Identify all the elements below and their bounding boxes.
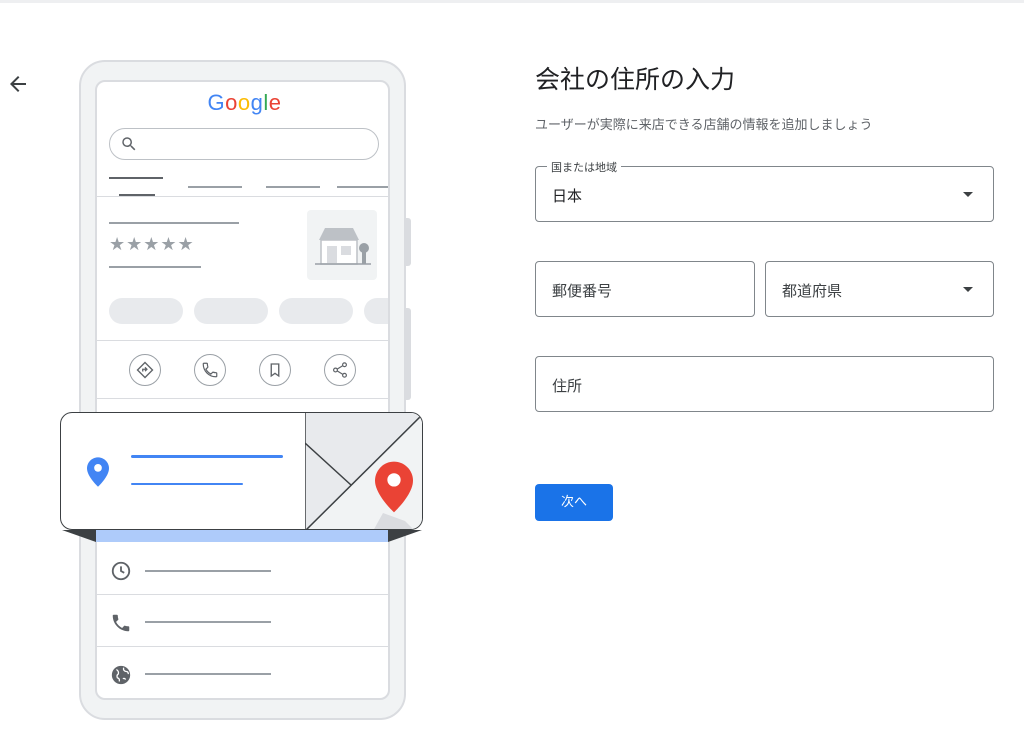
card-shadow: [388, 530, 422, 542]
share-action: [324, 354, 356, 386]
postal-code-field[interactable]: 郵便番号: [535, 261, 755, 317]
page-subtitle: ユーザーが実際に来店できる店舗の情報を追加しましょう: [535, 118, 873, 133]
address-line: [131, 455, 283, 458]
store-thumbnail: [307, 210, 377, 280]
next-button[interactable]: 次へ: [535, 484, 613, 521]
phone-icon: [202, 362, 218, 378]
dropdown-caret-icon: [963, 192, 973, 197]
address-placeholder: 住所: [552, 377, 583, 395]
phone-side-button: [405, 218, 411, 266]
highlight-band: [96, 530, 388, 542]
dropdown-caret-icon: [963, 287, 973, 292]
clock-icon: [111, 561, 131, 581]
phone-chip: [109, 298, 183, 324]
phone-divider: [97, 398, 388, 399]
prefecture-select[interactable]: 都道府県: [765, 261, 994, 317]
phone-chip: [194, 298, 268, 324]
phone-number-line: [145, 621, 271, 623]
directions-action: [129, 354, 161, 386]
phone-divider: [97, 340, 388, 341]
phone-chip: [279, 298, 353, 324]
website-line: [145, 673, 271, 675]
phone-tab-active: [109, 177, 163, 179]
location-pin-icon: [87, 457, 109, 487]
map-pin-icon: [375, 461, 413, 513]
store-icon: [315, 228, 371, 265]
phone-divider: [97, 646, 388, 647]
address-field[interactable]: 住所: [535, 356, 994, 412]
bookmark-icon: [270, 363, 280, 378]
phone-divider: [97, 196, 388, 197]
phone-tab: [337, 186, 388, 188]
phone-side-button: [405, 308, 411, 400]
prefecture-placeholder: 都道府県: [782, 282, 843, 300]
rating-stars: ★★★★★: [109, 234, 195, 255]
phone-tab: [266, 186, 320, 188]
directions-icon: [136, 361, 154, 379]
address-line-secondary: [131, 483, 243, 485]
search-icon: [122, 137, 136, 151]
phone-search-bar: [109, 128, 379, 160]
phone-tab: [188, 186, 242, 188]
business-category-line: [109, 266, 201, 268]
country-label: 国または地域: [547, 159, 621, 175]
phone-icon: [112, 614, 130, 632]
google-logo: Google: [207, 90, 282, 115]
page-title: 会社の住所の入力: [535, 65, 736, 94]
postal-code-placeholder: 郵便番号: [552, 282, 613, 300]
globe-icon: [111, 665, 131, 685]
business-name-line: [109, 222, 239, 224]
call-action: [194, 354, 226, 386]
phone-screen: Google ★★★★★: [95, 80, 390, 700]
save-action: [259, 354, 291, 386]
share-icon: [333, 362, 347, 378]
country-select[interactable]: 国または地域 日本: [535, 159, 994, 222]
phone-divider: [97, 594, 388, 595]
country-value: 日本: [552, 187, 583, 205]
address-map-card: [60, 412, 423, 530]
phone-chip: [364, 298, 388, 324]
card-shadow: [62, 530, 96, 542]
phone-illustration: Google ★★★★★: [0, 0, 500, 739]
hours-line: [145, 570, 271, 572]
